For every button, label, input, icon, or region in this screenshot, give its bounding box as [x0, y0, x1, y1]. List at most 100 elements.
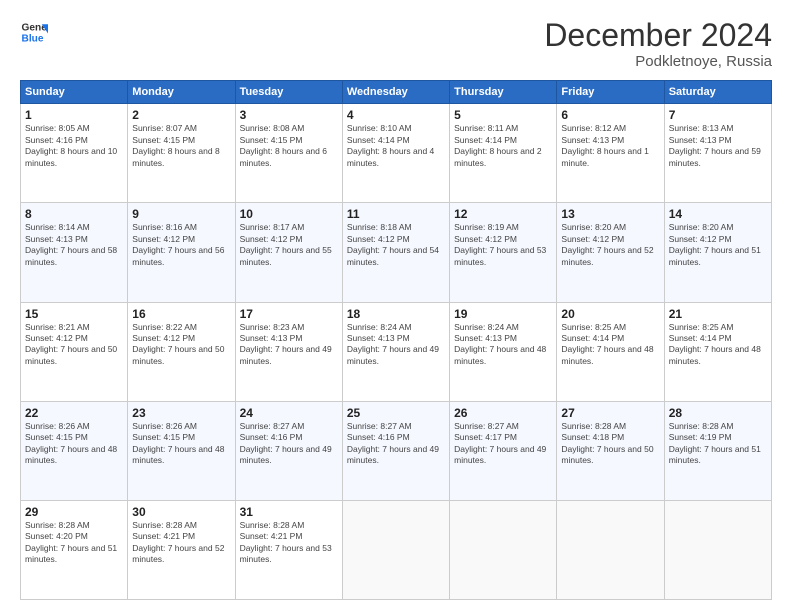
calendar-cell: 22Sunrise: 8:26 AM Sunset: 4:15 PM Dayli… [21, 401, 128, 500]
page-header: General Blue December 2024 Podkletnoye, … [20, 18, 772, 70]
calendar-cell: 29Sunrise: 8:28 AM Sunset: 4:20 PM Dayli… [21, 500, 128, 599]
day-number: 13 [561, 207, 659, 221]
day-info: Sunrise: 8:14 AM Sunset: 4:13 PM Dayligh… [25, 222, 123, 268]
calendar-week-5: 29Sunrise: 8:28 AM Sunset: 4:20 PM Dayli… [21, 500, 772, 599]
weekday-friday: Friday [557, 81, 664, 104]
calendar-cell: 5Sunrise: 8:11 AM Sunset: 4:14 PM Daylig… [450, 104, 557, 203]
weekday-wednesday: Wednesday [342, 81, 449, 104]
day-info: Sunrise: 8:19 AM Sunset: 4:12 PM Dayligh… [454, 222, 552, 268]
day-info: Sunrise: 8:05 AM Sunset: 4:16 PM Dayligh… [25, 123, 123, 169]
day-number: 24 [240, 406, 338, 420]
day-info: Sunrise: 8:28 AM Sunset: 4:19 PM Dayligh… [669, 421, 767, 467]
calendar-cell: 10Sunrise: 8:17 AM Sunset: 4:12 PM Dayli… [235, 203, 342, 302]
calendar-cell: 12Sunrise: 8:19 AM Sunset: 4:12 PM Dayli… [450, 203, 557, 302]
day-info: Sunrise: 8:08 AM Sunset: 4:15 PM Dayligh… [240, 123, 338, 169]
day-number: 7 [669, 108, 767, 122]
day-number: 1 [25, 108, 123, 122]
logo: General Blue [20, 18, 48, 46]
day-number: 22 [25, 406, 123, 420]
calendar-cell: 31Sunrise: 8:28 AM Sunset: 4:21 PM Dayli… [235, 500, 342, 599]
day-info: Sunrise: 8:11 AM Sunset: 4:14 PM Dayligh… [454, 123, 552, 169]
day-number: 4 [347, 108, 445, 122]
day-info: Sunrise: 8:27 AM Sunset: 4:16 PM Dayligh… [240, 421, 338, 467]
calendar-cell: 7Sunrise: 8:13 AM Sunset: 4:13 PM Daylig… [664, 104, 771, 203]
svg-text:Blue: Blue [22, 33, 44, 44]
day-info: Sunrise: 8:28 AM Sunset: 4:21 PM Dayligh… [240, 520, 338, 566]
calendar-cell: 24Sunrise: 8:27 AM Sunset: 4:16 PM Dayli… [235, 401, 342, 500]
day-info: Sunrise: 8:24 AM Sunset: 4:13 PM Dayligh… [347, 322, 445, 368]
weekday-saturday: Saturday [664, 81, 771, 104]
day-number: 20 [561, 307, 659, 321]
day-number: 11 [347, 207, 445, 221]
day-info: Sunrise: 8:16 AM Sunset: 4:12 PM Dayligh… [132, 222, 230, 268]
day-number: 31 [240, 505, 338, 519]
weekday-monday: Monday [128, 81, 235, 104]
title-block: December 2024 Podkletnoye, Russia [544, 18, 772, 70]
day-number: 18 [347, 307, 445, 321]
calendar-cell: 20Sunrise: 8:25 AM Sunset: 4:14 PM Dayli… [557, 302, 664, 401]
day-number: 6 [561, 108, 659, 122]
calendar-cell: 13Sunrise: 8:20 AM Sunset: 4:12 PM Dayli… [557, 203, 664, 302]
day-info: Sunrise: 8:17 AM Sunset: 4:12 PM Dayligh… [240, 222, 338, 268]
logo-icon: General Blue [20, 18, 48, 46]
day-number: 25 [347, 406, 445, 420]
day-info: Sunrise: 8:20 AM Sunset: 4:12 PM Dayligh… [669, 222, 767, 268]
calendar-cell: 6Sunrise: 8:12 AM Sunset: 4:13 PM Daylig… [557, 104, 664, 203]
calendar-cell: 28Sunrise: 8:28 AM Sunset: 4:19 PM Dayli… [664, 401, 771, 500]
svg-text:General: General [22, 22, 48, 33]
calendar-cell: 17Sunrise: 8:23 AM Sunset: 4:13 PM Dayli… [235, 302, 342, 401]
day-number: 21 [669, 307, 767, 321]
day-number: 2 [132, 108, 230, 122]
day-number: 30 [132, 505, 230, 519]
day-number: 17 [240, 307, 338, 321]
calendar-cell: 25Sunrise: 8:27 AM Sunset: 4:16 PM Dayli… [342, 401, 449, 500]
day-info: Sunrise: 8:27 AM Sunset: 4:17 PM Dayligh… [454, 421, 552, 467]
day-info: Sunrise: 8:07 AM Sunset: 4:15 PM Dayligh… [132, 123, 230, 169]
calendar-title: December 2024 [544, 18, 772, 53]
day-info: Sunrise: 8:24 AM Sunset: 4:13 PM Dayligh… [454, 322, 552, 368]
calendar-cell: 19Sunrise: 8:24 AM Sunset: 4:13 PM Dayli… [450, 302, 557, 401]
calendar-table: SundayMondayTuesdayWednesdayThursdayFrid… [20, 80, 772, 600]
day-number: 12 [454, 207, 552, 221]
calendar-cell: 11Sunrise: 8:18 AM Sunset: 4:12 PM Dayli… [342, 203, 449, 302]
day-number: 29 [25, 505, 123, 519]
day-info: Sunrise: 8:20 AM Sunset: 4:12 PM Dayligh… [561, 222, 659, 268]
day-number: 16 [132, 307, 230, 321]
weekday-sunday: Sunday [21, 81, 128, 104]
day-info: Sunrise: 8:18 AM Sunset: 4:12 PM Dayligh… [347, 222, 445, 268]
day-number: 27 [561, 406, 659, 420]
calendar-cell: 2Sunrise: 8:07 AM Sunset: 4:15 PM Daylig… [128, 104, 235, 203]
calendar-cell: 27Sunrise: 8:28 AM Sunset: 4:18 PM Dayli… [557, 401, 664, 500]
calendar-subtitle: Podkletnoye, Russia [544, 53, 772, 70]
calendar-cell [557, 500, 664, 599]
calendar-cell: 3Sunrise: 8:08 AM Sunset: 4:15 PM Daylig… [235, 104, 342, 203]
day-number: 10 [240, 207, 338, 221]
day-info: Sunrise: 8:25 AM Sunset: 4:14 PM Dayligh… [561, 322, 659, 368]
day-number: 23 [132, 406, 230, 420]
day-info: Sunrise: 8:26 AM Sunset: 4:15 PM Dayligh… [132, 421, 230, 467]
day-info: Sunrise: 8:28 AM Sunset: 4:20 PM Dayligh… [25, 520, 123, 566]
calendar-cell: 16Sunrise: 8:22 AM Sunset: 4:12 PM Dayli… [128, 302, 235, 401]
calendar-cell: 21Sunrise: 8:25 AM Sunset: 4:14 PM Dayli… [664, 302, 771, 401]
day-info: Sunrise: 8:28 AM Sunset: 4:18 PM Dayligh… [561, 421, 659, 467]
calendar-week-1: 1Sunrise: 8:05 AM Sunset: 4:16 PM Daylig… [21, 104, 772, 203]
calendar-cell [450, 500, 557, 599]
day-number: 5 [454, 108, 552, 122]
calendar-week-3: 15Sunrise: 8:21 AM Sunset: 4:12 PM Dayli… [21, 302, 772, 401]
weekday-tuesday: Tuesday [235, 81, 342, 104]
day-info: Sunrise: 8:10 AM Sunset: 4:14 PM Dayligh… [347, 123, 445, 169]
day-number: 8 [25, 207, 123, 221]
day-number: 9 [132, 207, 230, 221]
calendar-cell: 26Sunrise: 8:27 AM Sunset: 4:17 PM Dayli… [450, 401, 557, 500]
day-info: Sunrise: 8:26 AM Sunset: 4:15 PM Dayligh… [25, 421, 123, 467]
weekday-header-row: SundayMondayTuesdayWednesdayThursdayFrid… [21, 81, 772, 104]
day-number: 3 [240, 108, 338, 122]
day-info: Sunrise: 8:25 AM Sunset: 4:14 PM Dayligh… [669, 322, 767, 368]
calendar-cell [342, 500, 449, 599]
calendar-cell: 14Sunrise: 8:20 AM Sunset: 4:12 PM Dayli… [664, 203, 771, 302]
day-number: 28 [669, 406, 767, 420]
calendar-cell: 1Sunrise: 8:05 AM Sunset: 4:16 PM Daylig… [21, 104, 128, 203]
calendar-week-4: 22Sunrise: 8:26 AM Sunset: 4:15 PM Dayli… [21, 401, 772, 500]
day-info: Sunrise: 8:28 AM Sunset: 4:21 PM Dayligh… [132, 520, 230, 566]
calendar-cell: 9Sunrise: 8:16 AM Sunset: 4:12 PM Daylig… [128, 203, 235, 302]
